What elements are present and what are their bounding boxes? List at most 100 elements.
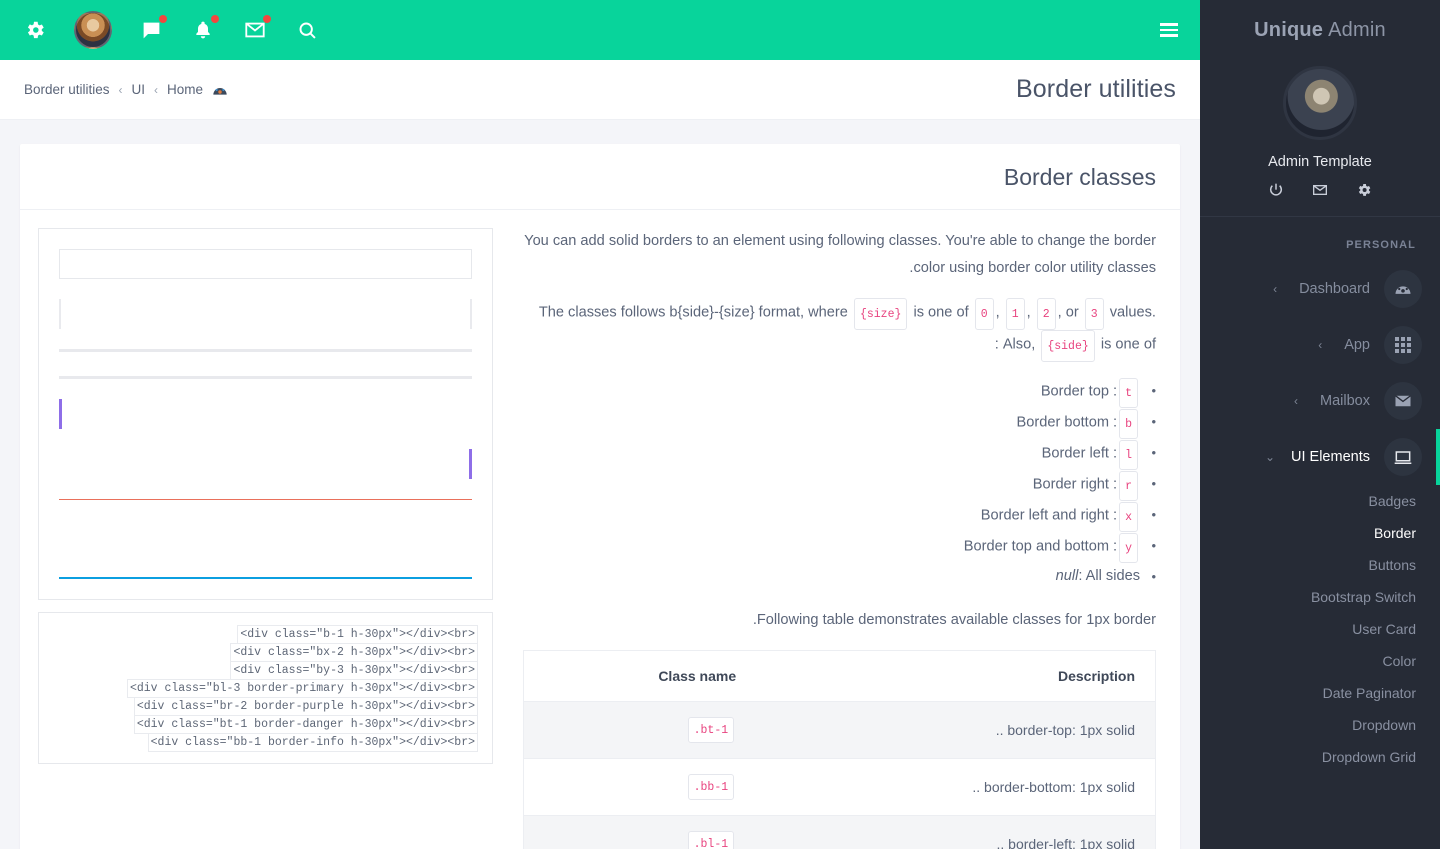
code-line: <div class="bb-1 border-info h-30px"></d… [147, 733, 478, 752]
sidebar-item-ui-elements[interactable]: ⌄ UI Elements [1200, 429, 1440, 485]
code-size-3: 3 [1084, 298, 1104, 330]
code-line: <div class="bx-2 h-30px"></div><br> [230, 643, 478, 662]
sidebar-item-label: Mailbox [1320, 393, 1370, 409]
sidebar-subitem-color[interactable]: Color [1200, 645, 1440, 677]
demo-border-all [59, 249, 472, 279]
sidebar-subitem-dropdown-grid[interactable]: Dropdown Grid [1200, 741, 1440, 773]
code-side-token: {side} [1041, 330, 1095, 362]
list-item: null: All sides [523, 564, 1156, 589]
code-size-token: {size} [853, 298, 908, 330]
chevron-down-icon: ⌄ [1265, 450, 1276, 464]
side-code-b: b [1119, 409, 1138, 439]
demo-border-bottom-info [59, 549, 472, 579]
profile-action-group [1200, 182, 1440, 198]
profile-name: Admin Template [1268, 154, 1372, 170]
cell-description: border-bottom: 1px solid .. [756, 758, 1156, 816]
border-classes-table: Description Class name border-top: 1px s… [523, 650, 1156, 849]
dashboard-icon [212, 82, 228, 98]
format-paragraph: The classes follows b{side}-{size} forma… [523, 298, 1156, 362]
demo-border-left-primary [59, 399, 472, 429]
list-item: x: Border left and right [523, 502, 1156, 532]
avatar[interactable] [1283, 66, 1357, 140]
brand-logo[interactable]: Unique Admin [1200, 0, 1440, 60]
class-badge: .bb-1 [687, 774, 735, 800]
side-desc: : All sides [1078, 568, 1140, 584]
border-color-utility-link[interactable]: border color utility classes [988, 260, 1156, 276]
sidebar-item-dashboard[interactable]: ‹ Dashboard [1200, 261, 1440, 317]
bell-badge-dot [211, 15, 219, 23]
cell-class-name: .bl-1 [523, 815, 757, 849]
search-icon[interactable] [294, 17, 320, 43]
side-desc: : Border left [1041, 445, 1118, 462]
breadcrumb: Border utilities ‹ UI ‹ Home [24, 82, 228, 98]
chevron-left-icon: ‹ [1318, 338, 1323, 352]
demo-border-top-danger [59, 499, 472, 529]
demo-border-x [59, 299, 472, 329]
side-desc: : Border bottom [1016, 414, 1118, 431]
table-row: border-top: 1px solid .. .bt-1 [523, 701, 1156, 759]
code-line: <div class="b-1 h-30px"></div><br> [237, 625, 478, 644]
col-class-name: Class name [523, 650, 757, 702]
brand-name-bold: Unique [1254, 18, 1324, 41]
code-line: <div class="by-3 h-30px"></div><br> [230, 661, 478, 680]
card-header: Border classes [20, 144, 1180, 210]
format-text-2: is one of [913, 304, 969, 321]
app-root: Border utilities ‹ UI ‹ Home Border util… [0, 0, 1440, 849]
hamburger-icon[interactable] [1160, 23, 1178, 37]
breadcrumb-separator: ‹ [154, 82, 159, 97]
sidebar-subitem-bootstrap-switch[interactable]: Bootstrap Switch [1200, 581, 1440, 613]
breadcrumb-separator: ‹ [118, 82, 123, 97]
chat-icon[interactable] [138, 15, 167, 43]
border-docs-column: You can add solid borders to an element … [523, 228, 1156, 849]
right-sidebar: Unique Admin Admin Template PERSONAL ‹ D… [1200, 0, 1440, 849]
bell-icon[interactable] [190, 15, 219, 43]
envelope-icon[interactable] [242, 15, 271, 43]
code-line: <div class="bl-3 border-primary h-30px">… [126, 679, 478, 698]
sidebar-subitem-border[interactable]: Border [1200, 517, 1440, 549]
sidebar-subitem-badges[interactable]: Badges [1200, 485, 1440, 517]
sidebar-subitem-date-paginator[interactable]: Date Paginator [1200, 677, 1440, 709]
envelope-icon[interactable] [1312, 182, 1328, 198]
gear-icon[interactable] [1356, 182, 1372, 198]
side-desc: : Border right [1032, 476, 1118, 493]
table-row: border-left: 1px solid .. .bl-1 [523, 815, 1156, 849]
sidebar-subitem-buttons[interactable]: Buttons [1200, 549, 1440, 581]
breadcrumb-item-1[interactable]: UI [132, 82, 146, 97]
border-demo-column: <div class="b-1 h-30px"></div><br> <div … [38, 228, 493, 849]
content-column: Border utilities ‹ UI ‹ Home Border util… [0, 0, 1200, 849]
sidebar-item-app[interactable]: ‹ App [1200, 317, 1440, 373]
list-item: b: Border bottom [523, 409, 1156, 439]
border-demo-box [38, 228, 493, 600]
list-item: r: Border right [523, 471, 1156, 501]
list-item: t: Border top [523, 378, 1156, 408]
breadcrumb-item-0[interactable]: Border utilities [24, 82, 110, 97]
cell-description: border-top: 1px solid .. [756, 701, 1156, 759]
laptop-icon [1384, 438, 1422, 476]
power-icon[interactable] [1268, 182, 1284, 198]
sidebar-subitem-user-card[interactable]: User Card [1200, 613, 1440, 645]
list-item: y: Border top and bottom [523, 533, 1156, 563]
breadcrumb-item-2[interactable]: Home [167, 82, 203, 97]
code-snippet-block: <div class="b-1 h-30px"></div><br> <div … [38, 612, 493, 764]
sidebar-subitem-dropdown[interactable]: Dropdown [1200, 709, 1440, 741]
card-body: <div class="b-1 h-30px"></div><br> <div … [20, 210, 1180, 849]
table-header-row: Description Class name [523, 650, 1156, 702]
side-desc: : Border left and right [980, 507, 1118, 524]
sidebar-item-mailbox[interactable]: ‹ Mailbox [1200, 373, 1440, 429]
demo-border-right-purple [59, 449, 472, 479]
grid-icon [1384, 326, 1422, 364]
cell-class-name: .bt-1 [523, 701, 757, 759]
avatar[interactable] [74, 11, 112, 49]
side-code-y: y [1119, 533, 1138, 563]
page-title: Border utilities [1016, 75, 1176, 103]
col-description: Description [756, 650, 1156, 702]
table-body: border-top: 1px solid .. .bt-1 border-bo… [523, 701, 1156, 849]
intro-paragraph: You can add solid borders to an element … [523, 228, 1156, 282]
table-head: Description Class name [523, 650, 1156, 702]
envelope-badge-dot [263, 15, 271, 23]
format-text-1: The classes follows b{side}-{size} forma… [538, 304, 848, 321]
sidebar-profile: Admin Template [1200, 60, 1440, 217]
code-line: <div class="bt-1 border-danger h-30px"><… [133, 715, 478, 734]
gear-icon[interactable] [22, 17, 48, 43]
side-code-null: null [1055, 568, 1079, 584]
